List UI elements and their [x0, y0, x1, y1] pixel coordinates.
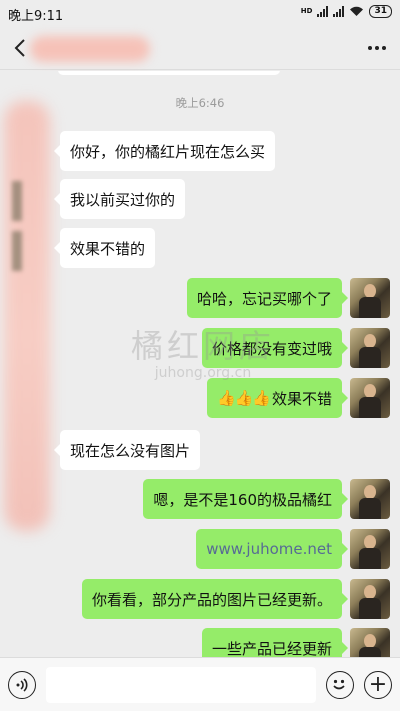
contact-name — [30, 36, 150, 62]
message-bubble-sent[interactable]: 嗯，是不是160的极品橘红 — [143, 479, 348, 519]
chat-header — [0, 26, 400, 70]
message-link[interactable]: www.juhome.net — [206, 540, 332, 558]
message-bubble-received[interactable]: 效果不错的 — [53, 228, 156, 268]
back-arrow-icon — [14, 39, 25, 57]
more-dots-icon[interactable] — [368, 38, 386, 58]
message-bubble-sent[interactable]: 哈哈，忘记买哪个了 — [186, 278, 349, 318]
chat-area[interactable]: 晚上6:46 你好，你的橘红片现在怎么买 我以前买过你的 效果不错的 哈哈，忘记… — [0, 71, 400, 657]
my-avatar[interactable] — [350, 278, 390, 318]
back-button[interactable] — [8, 34, 32, 62]
message-bubble-sent[interactable]: 你看看，部分产品的图片已经更新。 — [81, 579, 349, 619]
my-avatar[interactable] — [350, 529, 390, 569]
thumbs-up-emoji-icon: 👍👍👍 — [216, 389, 271, 407]
my-avatar[interactable] — [350, 479, 390, 519]
message-timestamp: 晚上6:46 — [175, 96, 225, 110]
message-bubble-sent[interactable]: www.juhome.net — [196, 529, 348, 569]
message-text: 你看看，部分产品的图片已经更新。 — [91, 590, 332, 609]
message-bubble-sent[interactable]: 一些产品已经更新 — [201, 628, 349, 658]
message-bubble-received[interactable]: 我以前买过你的 — [53, 179, 186, 219]
input-bar: + — [0, 657, 400, 711]
network-label: HD — [300, 7, 313, 15]
message-text: 价格都没有变过哦 — [211, 339, 332, 358]
voice-icon — [16, 678, 28, 692]
plus-icon[interactable]: + — [364, 671, 392, 699]
message-text: 一些产品已经更新 — [211, 639, 332, 658]
message-bubble-sent[interactable]: 👍👍👍 效果不错 — [206, 378, 349, 418]
signal-icon — [317, 6, 329, 17]
emoji-button[interactable] — [326, 671, 354, 699]
signal-icon-2 — [333, 6, 345, 17]
battery-icon: 31 — [369, 5, 392, 18]
wifi-icon — [350, 6, 364, 16]
message-bubble-sent[interactable]: 价格都没有变过哦 — [201, 328, 349, 368]
message-input[interactable] — [46, 667, 316, 703]
message-bubble-received[interactable]: 现在怎么没有图片 — [53, 430, 201, 470]
message-text: 效果不错的 — [70, 239, 146, 258]
message-text: 你好，你的橘红片现在怎么买 — [70, 142, 266, 161]
status-time: 晚上9:11 — [8, 9, 64, 24]
contact-avatar-fragment — [12, 181, 22, 221]
status-icons: HD 31 — [301, 5, 392, 18]
previous-message-bubble — [58, 71, 280, 75]
message-bubble-received[interactable]: 你好，你的橘红片现在怎么买 — [53, 131, 276, 171]
message-text: 效果不错 — [271, 389, 332, 408]
blurred-contact-avatar — [4, 101, 50, 531]
message-text: 哈哈，忘记买哪个了 — [196, 289, 332, 308]
voice-button[interactable] — [8, 671, 36, 699]
status-bar: 晚上9:11 HD 31 — [0, 0, 400, 26]
my-avatar[interactable] — [350, 579, 390, 619]
contact-avatar-fragment — [12, 231, 22, 271]
message-text: 现在怎么没有图片 — [70, 441, 191, 460]
emoji-icon — [333, 679, 345, 690]
my-avatar[interactable] — [350, 328, 390, 368]
my-avatar[interactable] — [350, 628, 390, 657]
message-text: 嗯，是不是160的极品橘红 — [153, 490, 332, 509]
message-text: 我以前买过你的 — [70, 190, 176, 209]
my-avatar[interactable] — [350, 378, 390, 418]
